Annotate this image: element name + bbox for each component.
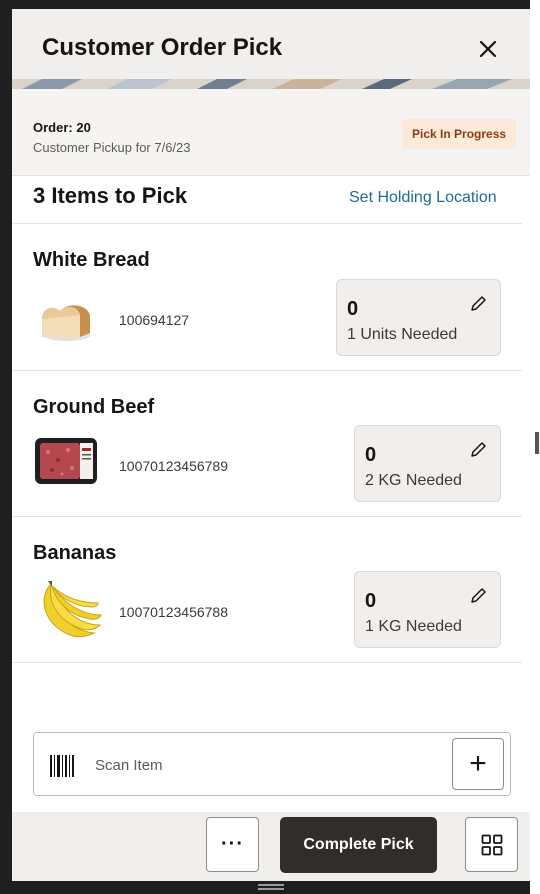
drag-handle[interactable] (258, 884, 284, 890)
pencil-icon (471, 442, 486, 457)
bananas-image (43, 581, 102, 638)
window-edge (530, 0, 540, 894)
quantity-edit-button[interactable]: 0 2 KG Needed (354, 425, 501, 502)
page-title: Customer Order Pick (42, 34, 283, 61)
page-header: Customer Order Pick (12, 9, 530, 89)
add-item-button[interactable]: + (452, 738, 504, 790)
quantity-value: 0 (365, 590, 377, 612)
scan-item-input[interactable]: Scan Item + (33, 732, 511, 796)
divider (12, 516, 522, 517)
barcode-icon (50, 755, 74, 777)
quantity-edit-button[interactable]: 0 1 KG Needed (354, 571, 501, 648)
item-name: Ground Beef (33, 396, 155, 418)
item-code: 10070123456788 (119, 604, 229, 620)
items-heading: 3 Items to Pick (33, 183, 188, 208)
ellipsis-icon: ··· (221, 833, 244, 855)
complete-pick-button[interactable]: Complete Pick (280, 817, 437, 873)
divider (12, 223, 522, 224)
item-name: White Bread (33, 249, 150, 271)
quantity-needed: 1 Units Needed (347, 326, 458, 343)
grid-view-button[interactable] (465, 817, 518, 872)
ground-beef-image (35, 438, 97, 484)
item-code: 10070123456789 (119, 458, 229, 474)
scan-item-label: Scan Item (95, 757, 163, 774)
quantity-value: 0 (365, 444, 377, 466)
pencil-icon (471, 588, 486, 603)
quantity-edit-button[interactable]: 0 1 Units Needed (336, 279, 501, 356)
bread-image (42, 305, 91, 341)
order-summary: Order: 20 Customer Pickup for 7/6/23 Pic… (12, 89, 530, 176)
header-banner-decoration (12, 79, 530, 89)
divider (12, 662, 522, 663)
set-holding-location-link[interactable]: Set Holding Location (349, 189, 497, 207)
quantity-needed: 2 KG Needed (365, 472, 462, 489)
quantity-value: 0 (347, 298, 359, 320)
quantity-needed: 1 KG Needed (365, 618, 462, 635)
more-options-button[interactable]: ··· (206, 817, 259, 872)
close-icon (479, 40, 497, 58)
grid-icon (481, 834, 502, 855)
resize-grip[interactable] (535, 432, 539, 454)
order-number: Order: 20 (33, 120, 91, 135)
order-subtitle: Customer Pickup for 7/6/23 (33, 140, 191, 155)
status-badge: Pick In Progress (402, 119, 517, 149)
item-code: 100694127 (119, 312, 190, 328)
footer-toolbar: ··· Complete Pick (12, 812, 530, 881)
pencil-icon (471, 296, 486, 311)
plus-icon: + (469, 747, 487, 780)
close-button[interactable] (470, 31, 506, 67)
divider (12, 370, 522, 371)
item-name: Bananas (33, 542, 117, 564)
app-window: Customer Order Pick Order: 20 Customer P… (12, 9, 530, 881)
